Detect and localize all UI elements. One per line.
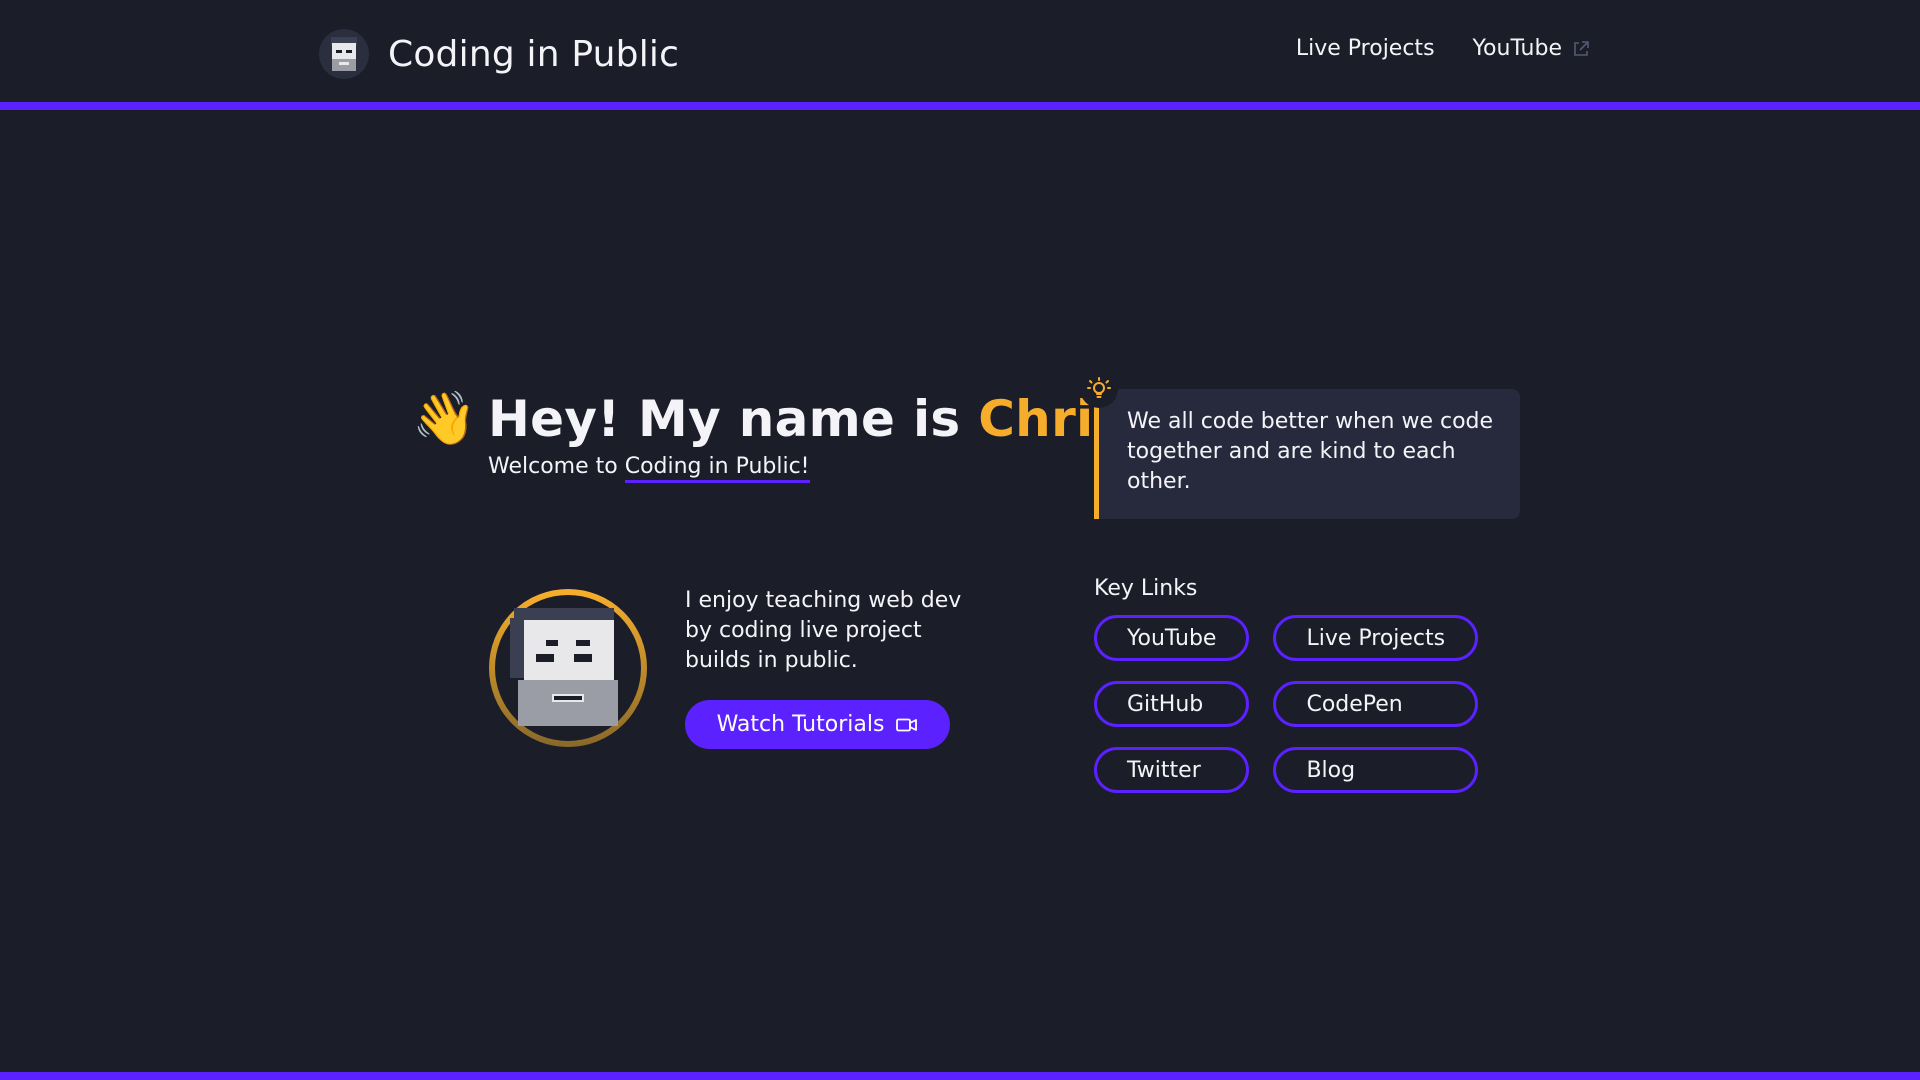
hero-title: Hey! My name is Chris. <box>488 386 1143 452</box>
key-link-codepen[interactable]: CodePen <box>1273 681 1479 727</box>
lightbulb-icon <box>1080 370 1118 408</box>
hero-text: Hey! My name is Chris. Welcome to Coding… <box>488 386 1143 483</box>
key-link-blog[interactable]: Blog <box>1273 747 1479 793</box>
site-header: Coding in Public Live Projects YouTube <box>0 0 1920 110</box>
avatar <box>489 589 647 747</box>
nav-youtube[interactable]: YouTube <box>1473 36 1590 61</box>
nav-youtube-label: YouTube <box>1472 36 1562 61</box>
key-link-live-projects[interactable]: Live Projects <box>1273 615 1479 661</box>
watch-tutorials-label: Watch Tutorials <box>716 712 885 737</box>
page: Coding in Public Live Projects YouTube 👋… <box>0 0 1920 1080</box>
nav-live-projects[interactable]: Live Projects <box>1296 36 1435 61</box>
key-links: Key Links YouTube Live Projects GitHub C… <box>1094 576 1554 793</box>
video-camera-icon <box>896 718 918 731</box>
external-link-icon <box>1574 40 1589 56</box>
quote-text: We all code better when we code together… <box>1094 389 1520 519</box>
brand-title: Coding in Public <box>388 33 680 75</box>
key-link-github[interactable]: GitHub <box>1094 681 1250 727</box>
key-link-twitter[interactable]: Twitter <box>1094 747 1250 793</box>
hero-title-prefix: Hey! My name is <box>488 390 979 448</box>
key-links-list: YouTube Live Projects GitHub CodePen Twi… <box>1094 615 1554 793</box>
welcome-prefix: Welcome to <box>488 454 625 479</box>
watch-tutorials-button[interactable]: Watch Tutorials <box>685 700 950 749</box>
intro-text: I enjoy teaching web dev by coding live … <box>685 588 962 673</box>
avatar-logo-icon <box>319 29 369 79</box>
brand-home-link[interactable]: Coding in Public <box>318 26 679 82</box>
nav-live-projects-label: Live Projects <box>1295 36 1435 61</box>
waving-hand-icon: 👋 <box>412 389 477 449</box>
main-nav: Live Projects YouTube <box>1296 36 1590 61</box>
footer-accent-bar <box>0 1072 1920 1080</box>
key-links-heading: Key Links <box>1094 576 1198 601</box>
welcome-text: Welcome to Coding in Public! <box>488 454 1143 483</box>
hero-greeting: 👋 Hey! My name is Chris. Welcome to Codi… <box>412 386 1143 483</box>
key-link-youtube[interactable]: YouTube <box>1094 615 1250 661</box>
welcome-link[interactable]: Coding in Public! <box>624 454 810 483</box>
